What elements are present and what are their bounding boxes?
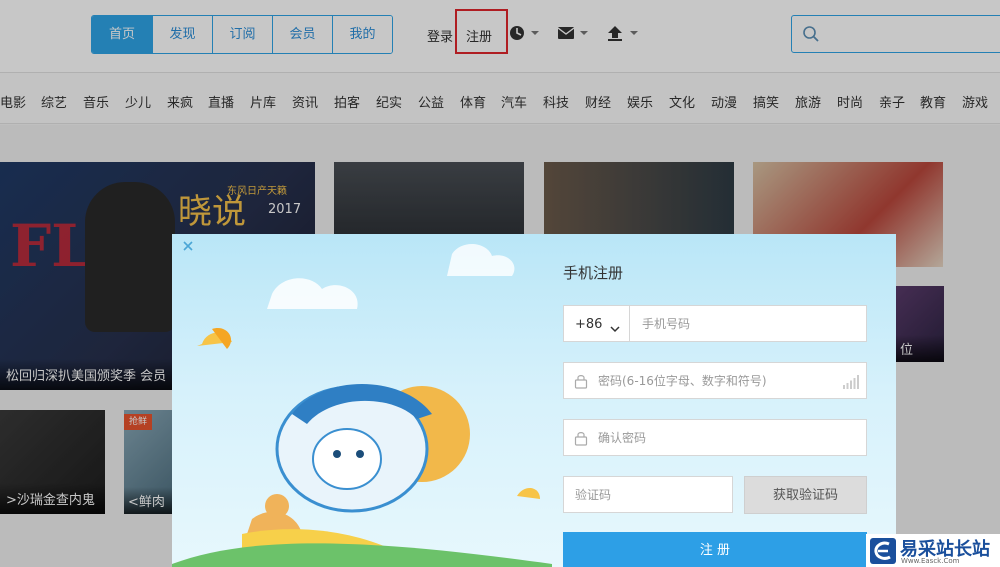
watermark-subtext: Www.Easck.Com	[901, 557, 960, 565]
password-field[interactable]	[563, 362, 867, 399]
strength-meter-icon	[843, 374, 859, 393]
country-code-value: +86	[575, 317, 603, 332]
country-code-select[interactable]: +86	[563, 305, 630, 342]
confirm-password-input[interactable]	[564, 420, 866, 455]
code-field[interactable]	[563, 476, 733, 513]
watermark: 易采站长站 Www.Easck.Com	[866, 534, 1000, 567]
registration-modal: 手机注册 +86 手机号码 验证码 获取验证码 注 册	[172, 234, 896, 567]
phone-input[interactable]	[630, 306, 866, 341]
confirm-password-field[interactable]	[563, 419, 867, 456]
register-submit-button[interactable]: 注 册	[563, 532, 867, 567]
code-input[interactable]	[564, 477, 732, 512]
phone-field[interactable]	[629, 305, 867, 342]
chevron-down-icon	[610, 319, 620, 338]
get-code-button[interactable]: 获取验证码	[744, 476, 867, 514]
modal-title: 手机注册	[563, 264, 624, 282]
illustration	[172, 234, 552, 567]
watermark-logo-icon	[870, 538, 896, 564]
password-input[interactable]	[564, 363, 866, 398]
